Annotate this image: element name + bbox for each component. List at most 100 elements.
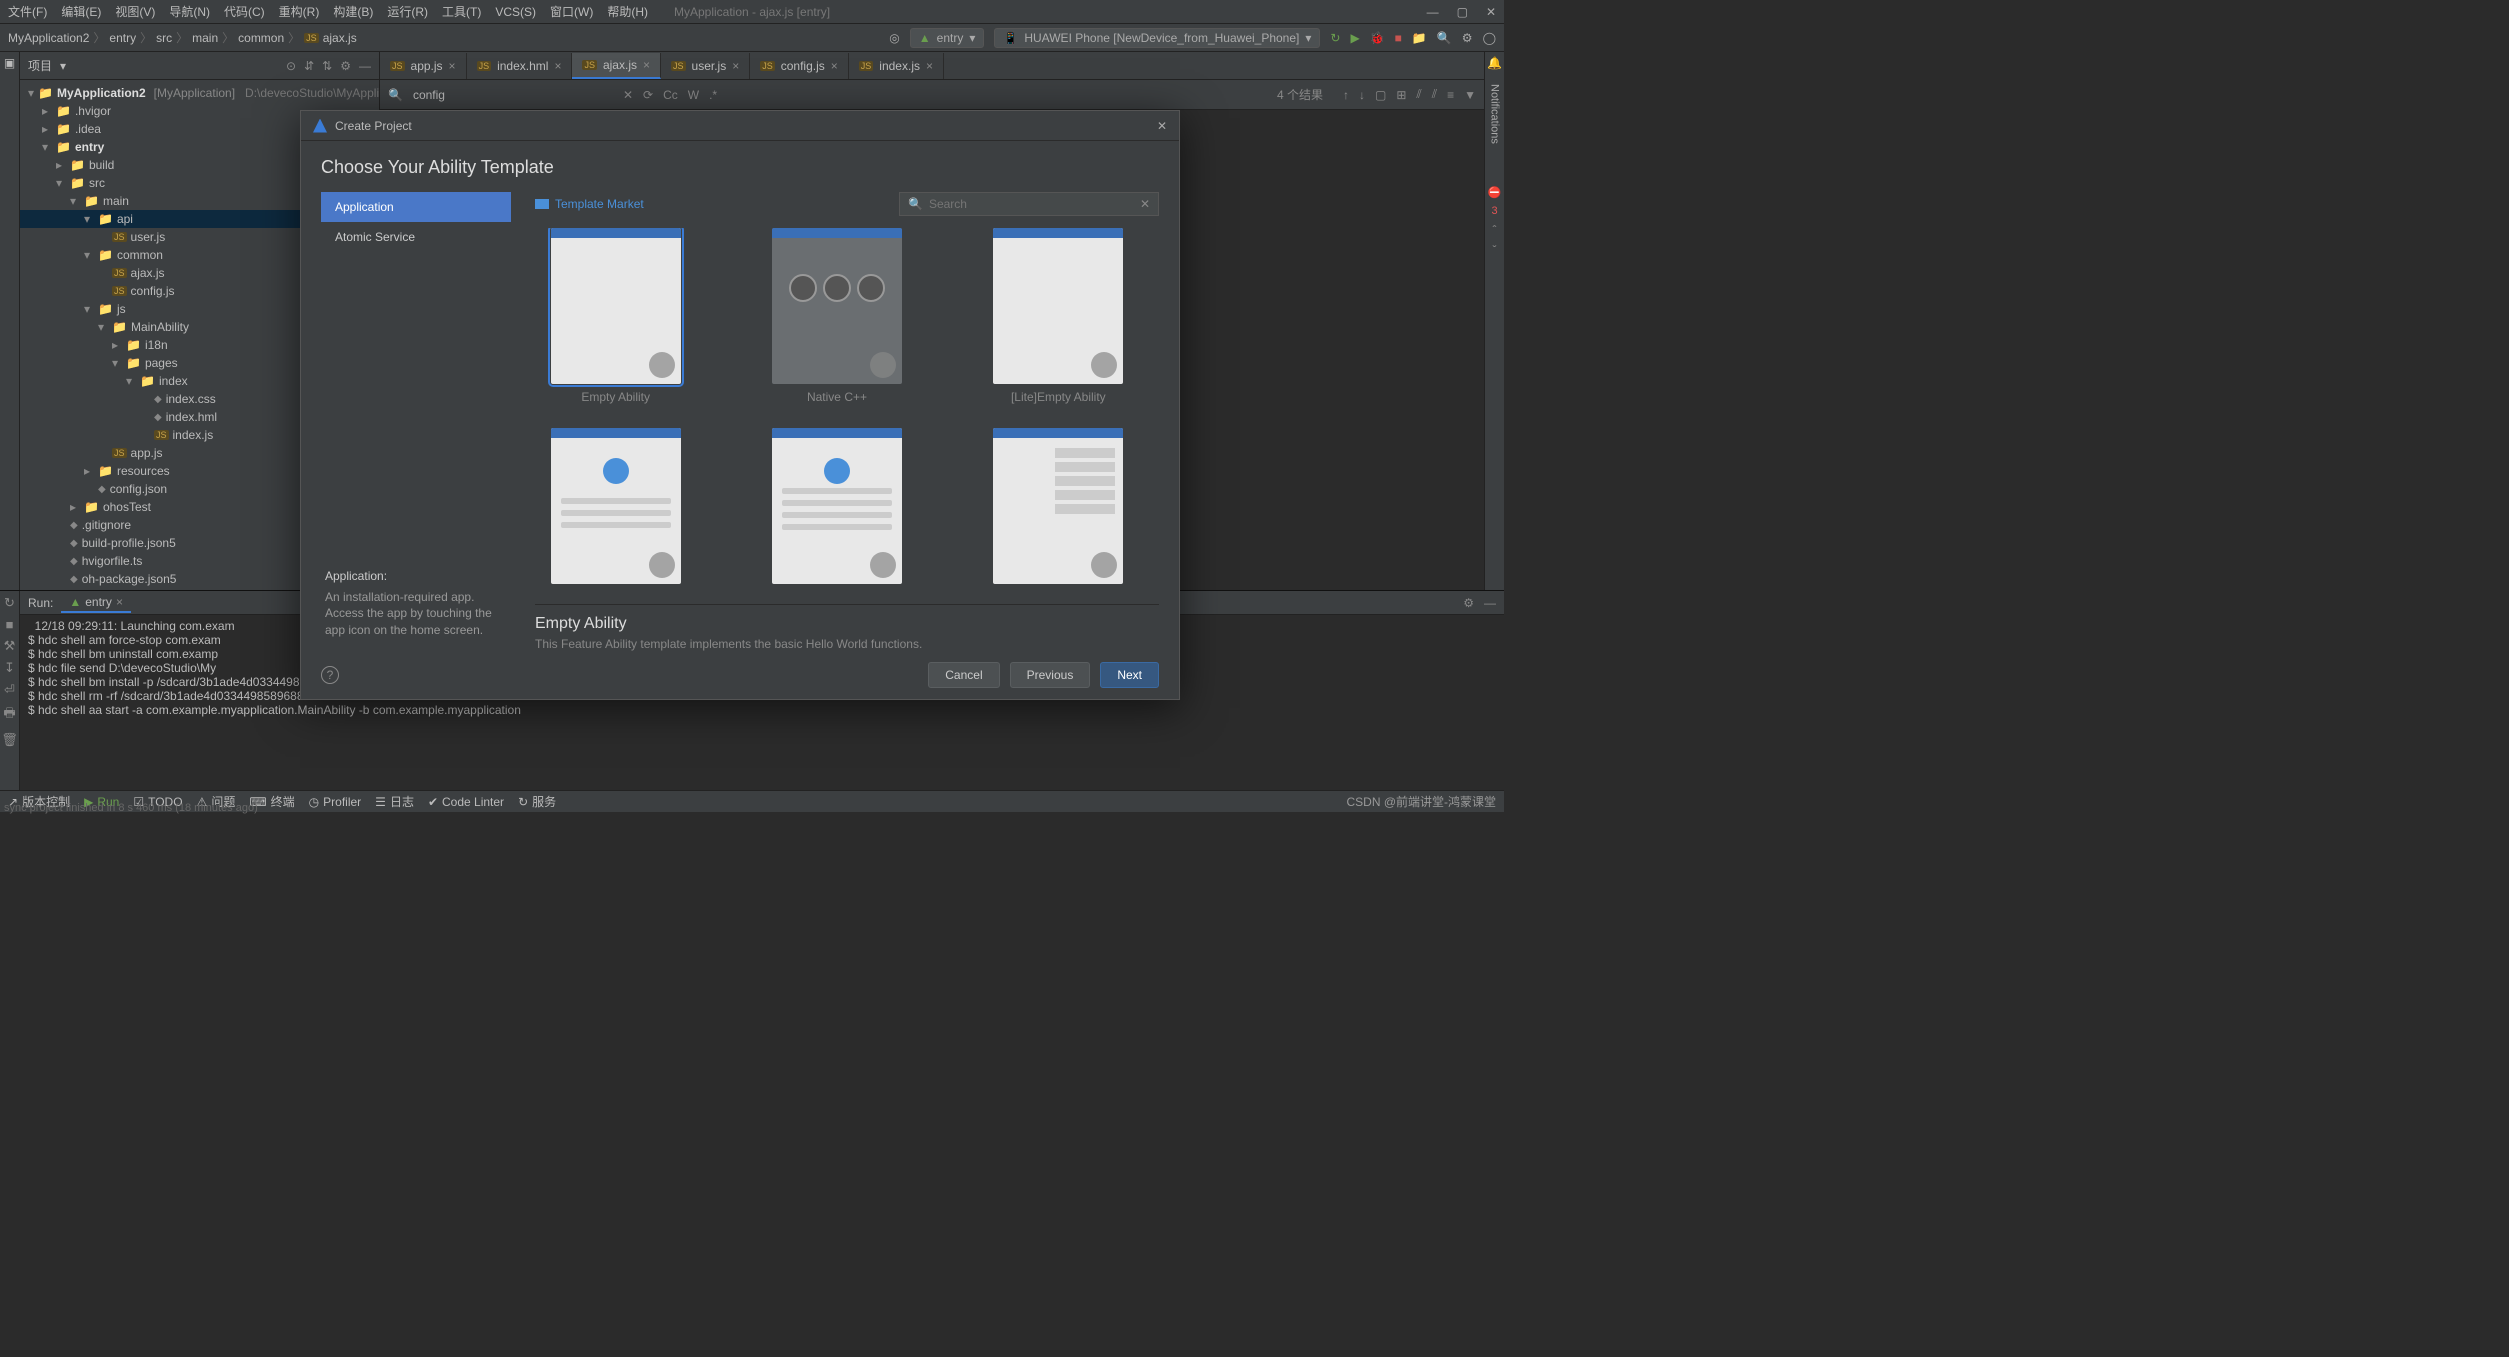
sb-profiler[interactable]: ◷Profiler <box>309 795 362 809</box>
filter-icon[interactable]: ▼ <box>1464 88 1476 102</box>
trash-icon[interactable]: 🗑 <box>1 732 18 748</box>
template-card[interactable] <box>535 428 696 590</box>
tree-arrow-icon[interactable]: ▾ <box>84 212 94 226</box>
tree-arrow-icon[interactable]: ▾ <box>28 86 34 100</box>
menu-vcs[interactable]: VCS(S) <box>495 5 536 19</box>
menu-code[interactable]: 代码(C) <box>224 3 265 20</box>
template-card[interactable]: Native C++ <box>756 228 917 404</box>
dialog-close-icon[interactable]: ✕ <box>1157 119 1167 133</box>
gear-icon[interactable]: ⚙ <box>1462 31 1473 45</box>
toggle2-icon[interactable]: ⫽ <box>1432 87 1437 102</box>
bell-icon[interactable]: 🔔 <box>1487 56 1502 70</box>
template-search-input[interactable] <box>929 197 1140 211</box>
tree-arrow-icon[interactable]: ▾ <box>56 176 66 190</box>
template-card[interactable] <box>978 428 1139 590</box>
toggle1-icon[interactable]: ⫽ <box>1416 87 1421 102</box>
sb-log[interactable]: ☰日志 <box>375 793 414 810</box>
template-card[interactable]: Empty Ability <box>535 228 696 404</box>
menu-tools[interactable]: 工具(T) <box>442 3 481 20</box>
category-application[interactable]: Application <box>321 192 511 222</box>
close-window-icon[interactable]: ✕ <box>1486 5 1496 19</box>
menu-edit[interactable]: 编辑(E) <box>61 3 101 20</box>
tree-arrow-icon[interactable]: ▾ <box>112 356 122 370</box>
cancel-button[interactable]: Cancel <box>928 662 999 688</box>
previous-button[interactable]: Previous <box>1010 662 1091 688</box>
editor-tab[interactable]: JSuser.js× <box>661 53 750 79</box>
close-tab-icon[interactable]: × <box>926 59 933 73</box>
run-tab-entry[interactable]: ▲ entry × <box>61 593 131 613</box>
gear-icon[interactable]: ⚙ <box>1463 596 1474 610</box>
project-stripe-icon[interactable]: ▣ <box>4 56 15 70</box>
expand-icon[interactable]: ⇵ <box>304 59 314 73</box>
chevron-icon[interactable]: ˆ <box>1493 223 1497 237</box>
breadcrumb-item[interactable]: common <box>238 31 284 45</box>
tree-arrow-icon[interactable]: ▸ <box>42 104 52 118</box>
menu-window[interactable]: 窗口(W) <box>550 3 593 20</box>
menu-view[interactable]: 视图(V) <box>115 3 155 20</box>
menu-help[interactable]: 帮助(H) <box>607 3 648 20</box>
editor-tab[interactable]: JSajax.js× <box>572 53 661 79</box>
next-button[interactable]: Next <box>1100 662 1159 688</box>
breadcrumb-item[interactable]: main <box>192 31 218 45</box>
breadcrumb-item[interactable]: MyApplication2 <box>8 31 89 45</box>
tree-arrow-icon[interactable]: ▾ <box>70 194 80 208</box>
down-icon[interactable]: ↧ <box>4 660 15 676</box>
clear-search-icon[interactable]: ✕ <box>1140 197 1150 211</box>
tree-arrow-icon[interactable]: ▸ <box>112 338 122 352</box>
close-icon[interactable]: × <box>116 595 123 609</box>
chevron-down-icon[interactable]: ˇ <box>1493 243 1497 257</box>
tree-arrow-icon[interactable]: ▾ <box>42 140 52 154</box>
notifications-label[interactable]: Notifications <box>1489 84 1501 144</box>
add-selection-icon[interactable]: ⊞ <box>1396 88 1406 102</box>
device-selector[interactable]: 📱 HUAWEI Phone [NewDevice_from_Huawei_Ph… <box>994 28 1320 48</box>
close-tab-icon[interactable]: × <box>732 59 739 73</box>
word-icon[interactable]: W <box>688 88 699 102</box>
print-icon[interactable]: 🖶 <box>3 704 15 726</box>
regex-icon[interactable]: ⟳ <box>643 88 653 102</box>
tree-arrow-icon[interactable]: ▾ <box>84 248 94 262</box>
find-input[interactable] <box>413 88 613 102</box>
editor-tab[interactable]: JSindex.js× <box>849 53 944 79</box>
more-icon[interactable]: ≡ <box>1447 88 1454 102</box>
error-icon[interactable]: ⛔ <box>1488 186 1502 199</box>
menu-run[interactable]: 运行(R) <box>387 3 428 20</box>
run-config-selector[interactable]: ▲ entry ▾ <box>910 28 985 48</box>
close-tab-icon[interactable]: × <box>643 58 650 72</box>
editor-tab[interactable]: JSconfig.js× <box>750 53 849 79</box>
case-icon[interactable]: Cc <box>663 88 678 102</box>
sb-lint[interactable]: ✔Code Linter <box>428 795 504 809</box>
tree-arrow-icon[interactable]: ▾ <box>98 320 108 334</box>
rerun-icon[interactable]: ↻ <box>4 595 15 611</box>
wrap-icon[interactable]: ⏎ <box>4 682 15 698</box>
template-card[interactable]: [Lite]Empty Ability <box>978 228 1139 404</box>
help-icon[interactable]: ? <box>321 666 339 684</box>
template-card[interactable] <box>756 428 917 590</box>
menu-refactor[interactable]: 重构(R) <box>279 3 320 20</box>
gear-icon[interactable]: ⚙ <box>340 59 351 73</box>
category-atomic-service[interactable]: Atomic Service <box>321 222 511 252</box>
collapse-icon[interactable]: ⇅ <box>322 59 332 73</box>
debug-icon[interactable]: 🐞 <box>1370 31 1385 45</box>
tree-arrow-icon[interactable]: ▾ <box>126 374 136 388</box>
stop-run-icon[interactable]: ■ <box>6 617 14 632</box>
search-icon[interactable]: 🔍 <box>1437 31 1452 45</box>
template-market-link[interactable]: Template Market <box>535 197 644 211</box>
menu-navigate[interactable]: 导航(N) <box>169 3 210 20</box>
tree-arrow-icon[interactable]: ▸ <box>70 500 80 514</box>
stop-icon[interactable]: ■ <box>1395 31 1402 45</box>
avatar-icon[interactable]: ◯ <box>1483 31 1496 45</box>
target-icon[interactable]: ◎ <box>889 31 899 45</box>
refresh-icon[interactable]: ↻ <box>1330 31 1340 45</box>
editor-tab[interactable]: JSapp.js× <box>380 53 467 79</box>
hide-icon[interactable]: — <box>1484 596 1496 610</box>
breadcrumb-item[interactable]: ajax.js <box>323 31 357 45</box>
run-icon[interactable]: ▶ <box>1350 31 1359 45</box>
close-tab-icon[interactable]: × <box>554 59 561 73</box>
hide-icon[interactable]: — <box>359 59 371 73</box>
breadcrumb-item[interactable]: src <box>156 31 172 45</box>
tree-arrow-icon[interactable]: ▸ <box>56 158 66 172</box>
editor-tab[interactable]: JSindex.hml× <box>467 53 573 79</box>
tree-arrow-icon[interactable]: ▸ <box>42 122 52 136</box>
close-tab-icon[interactable]: × <box>831 59 838 73</box>
regex2-icon[interactable]: .* <box>709 88 717 102</box>
